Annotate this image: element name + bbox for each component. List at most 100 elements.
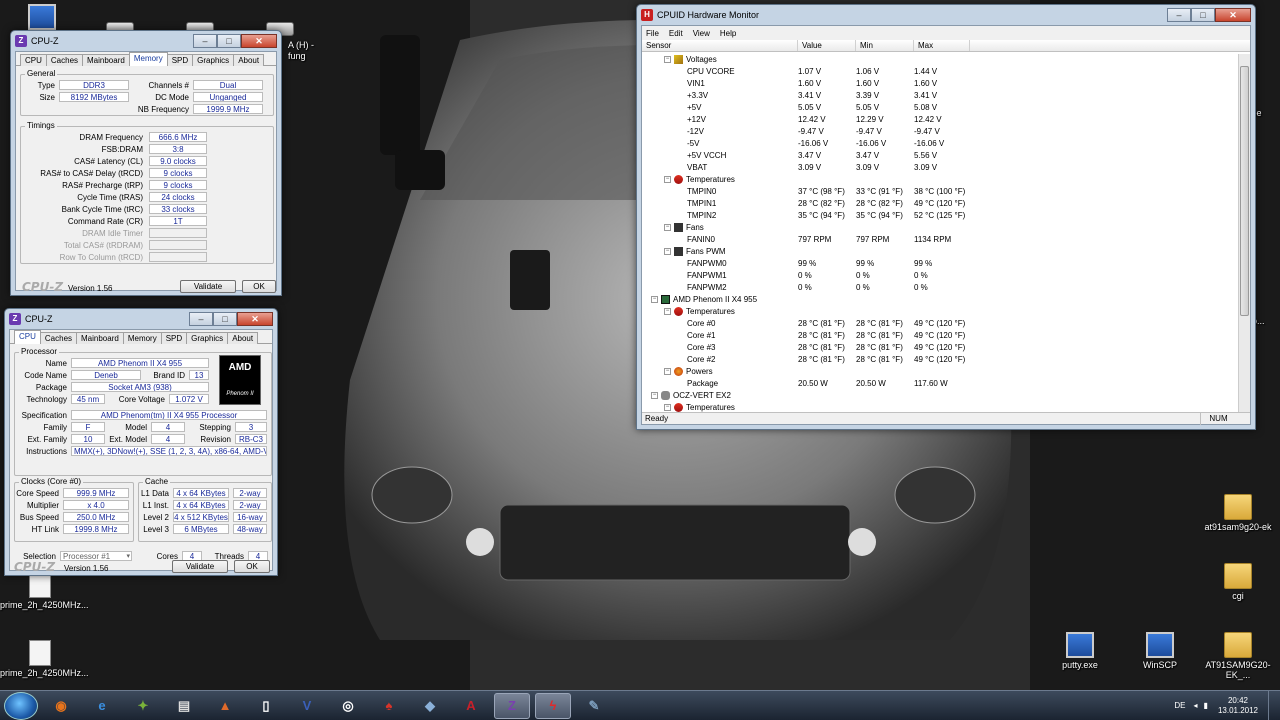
col-sensor[interactable]: Sensor (642, 40, 798, 51)
sensor-row[interactable]: +3.3V 3.41 V 3.39 V 3.41 V (642, 90, 1238, 102)
sensor-group-row[interactable]: − Powers (642, 366, 1238, 378)
sensor-row[interactable]: Core #1 28 °C (81 °F) 28 °C (81 °F) 49 °C (… (642, 330, 1238, 342)
sensor-row[interactable]: Core #2 28 °C (81 °F) 28 °C (81 °F) 49 °C (… (642, 354, 1238, 366)
taskbar-cube-button[interactable]: ◆ (412, 693, 448, 719)
taskbar-acrobat-button[interactable]: A (453, 693, 489, 719)
vertical-scrollbar[interactable] (1238, 54, 1250, 412)
col-max[interactable]: Max (914, 40, 970, 51)
sensor-row[interactable]: TMPIN2 35 °C (94 °F) 35 °C (94 °F) 52 °C (1… (642, 210, 1238, 222)
sensor-row[interactable]: FANIN0 797 RPM 797 RPM 1134 RPM (642, 234, 1238, 246)
clock[interactable]: 20:42 13.01.2012 (1218, 696, 1258, 716)
desktop-icon-doc-1[interactable]: prime_2h_4250MHz... (0, 572, 89, 610)
sensor-group-row[interactable]: − Temperatures (642, 306, 1238, 318)
taskbar-clapper-button[interactable]: ▤ (166, 693, 202, 719)
ok-button[interactable]: OK (234, 560, 270, 573)
tab-spd[interactable]: SPD (166, 54, 194, 66)
collapse-toggle-icon[interactable]: − (664, 176, 671, 184)
taskbar-flash-button[interactable]: ϟ (535, 692, 571, 719)
menu-view[interactable]: View (693, 29, 710, 38)
sensor-row[interactable]: FANPWM2 0 % 0 % 0 % (642, 282, 1238, 294)
taskbar-matlab-button[interactable]: ▲ (207, 693, 243, 719)
tab-caches[interactable]: Caches (39, 332, 78, 344)
tab-cpu[interactable]: CPU (20, 54, 47, 66)
sensor-row[interactable]: Package 20.50 W 20.50 W 117.60 W (642, 378, 1238, 390)
taskbar-flame-button[interactable]: ♠ (371, 693, 407, 719)
taskbar-visio-button[interactable]: V (289, 693, 325, 719)
col-value[interactable]: Value (798, 40, 856, 51)
menu-edit[interactable]: Edit (669, 29, 683, 38)
start-button[interactable] (4, 691, 38, 720)
tab-cpu[interactable]: CPU (14, 330, 41, 344)
tab-about[interactable]: About (233, 54, 265, 66)
sensor-group-row[interactable]: − Fans PWM (642, 246, 1238, 258)
close-button[interactable]: ✕ (241, 34, 277, 48)
sensor-row[interactable]: +5V 5.05 V 5.05 V 5.08 V (642, 102, 1238, 114)
menu-file[interactable]: File (646, 29, 659, 38)
desktop-icon-winscp[interactable]: WinSCP (1120, 632, 1200, 670)
tab-graphics[interactable]: Graphics (186, 332, 229, 344)
tab-mainboard[interactable]: Mainboard (82, 54, 130, 66)
minimize-button[interactable]: – (1167, 8, 1191, 22)
sensor-group-row[interactable]: − Temperatures (642, 402, 1238, 412)
tab-mainboard[interactable]: Mainboard (76, 332, 124, 344)
collapse-toggle-icon[interactable]: − (664, 224, 671, 232)
validate-button[interactable]: Validate (180, 280, 236, 293)
tab-about[interactable]: About (227, 332, 259, 344)
sensor-row[interactable]: TMPIN0 37 °C (98 °F) 33 °C (91 °F) 38 °C (1… (642, 186, 1238, 198)
speaker-icon[interactable]: ◂ (1194, 701, 1198, 710)
collapse-toggle-icon[interactable]: − (664, 368, 671, 376)
collapse-toggle-icon[interactable]: − (651, 392, 658, 400)
validate-button[interactable]: Validate (172, 560, 228, 573)
sensor-row[interactable]: -12V -9.47 V -9.47 V -9.47 V (642, 126, 1238, 138)
sensor-row[interactable]: Core #3 28 °C (81 °F) 28 °C (81 °F) 49 °C (… (642, 342, 1238, 354)
collapse-toggle-icon[interactable]: − (651, 296, 658, 304)
sensor-row[interactable]: TMPIN1 28 °C (82 °F) 28 °C (82 °F) 49 °C (1… (642, 198, 1238, 210)
maximize-button[interactable]: □ (217, 34, 241, 48)
taskbar-ie-button[interactable]: e (84, 693, 120, 719)
ok-button[interactable]: OK (242, 280, 276, 293)
desktop-icon-folder-at91[interactable]: at91sam9g20-ek (1198, 494, 1278, 532)
sensor-group-row[interactable]: − Voltages (642, 54, 1238, 66)
sensor-group-row[interactable]: − Temperatures (642, 174, 1238, 186)
tab-memory[interactable]: Memory (128, 52, 168, 66)
network-icon[interactable]: ▮ (1204, 701, 1208, 710)
col-min[interactable]: Min (856, 40, 914, 51)
sensor-row[interactable]: CPU VCORE 1.07 V 1.06 V 1.44 V (642, 66, 1238, 78)
sensor-row[interactable]: +12V 12.42 V 12.29 V 12.42 V (642, 114, 1238, 126)
desktop-icon-putty[interactable]: putty.exe (1040, 632, 1120, 670)
close-button[interactable]: ✕ (1215, 8, 1251, 22)
taskbar-firefox-button[interactable]: ◉ (43, 693, 79, 719)
title-bar[interactable]: Z CPU-Z – □ ✕ (11, 31, 281, 51)
minimize-button[interactable]: – (193, 34, 217, 48)
collapse-toggle-icon[interactable]: − (664, 404, 671, 412)
taskbar-eye-button[interactable]: ◎ (330, 693, 366, 719)
sensor-row[interactable]: FANPWM0 99 % 99 % 99 % (642, 258, 1238, 270)
processor-select[interactable]: Processor #1 ▾ (60, 551, 132, 561)
close-button[interactable]: ✕ (237, 312, 273, 326)
title-bar[interactable]: H CPUID Hardware Monitor – □ ✕ (637, 5, 1255, 25)
tab-caches[interactable]: Caches (45, 54, 84, 66)
title-bar[interactable]: Z CPU-Z – □ ✕ (5, 309, 277, 329)
tab-spd[interactable]: SPD (160, 332, 188, 344)
sensor-row[interactable]: -5V -16.06 V -16.06 V -16.06 V (642, 138, 1238, 150)
menu-help[interactable]: Help (720, 29, 736, 38)
taskbar-tools-button[interactable]: ✎ (576, 693, 612, 719)
minimize-button[interactable]: – (189, 312, 213, 326)
collapse-toggle-icon[interactable]: − (664, 56, 671, 64)
language-indicator[interactable]: DE (1174, 701, 1185, 710)
desktop-icon-doc-2[interactable]: prime_2h_4250MHz... (0, 640, 89, 678)
sensor-row[interactable]: FANPWM1 0 % 0 % 0 % (642, 270, 1238, 282)
collapse-toggle-icon[interactable]: − (664, 308, 671, 316)
desktop-icon-folder-at91-ek[interactable]: AT91SAM9G20-EK_... (1198, 632, 1278, 680)
sensor-group-row[interactable]: − Fans (642, 222, 1238, 234)
taskbar-app-green-button[interactable]: ✦ (125, 693, 161, 719)
sensor-row[interactable]: +5V VCCH 3.47 V 3.47 V 5.56 V (642, 150, 1238, 162)
desktop-icon-folder-cgi[interactable]: cgi (1198, 563, 1278, 601)
desktop-icon-computer[interactable] (2, 4, 82, 32)
sensor-row[interactable]: Core #0 28 °C (81 °F) 28 °C (81 °F) 49 °C (… (642, 318, 1238, 330)
tab-graphics[interactable]: Graphics (192, 54, 235, 66)
scrollbar-thumb[interactable] (1240, 66, 1249, 316)
tab-memory[interactable]: Memory (122, 332, 162, 344)
show-desktop-button[interactable] (1268, 690, 1280, 720)
taskbar-document-button[interactable]: ▯ (248, 693, 284, 719)
